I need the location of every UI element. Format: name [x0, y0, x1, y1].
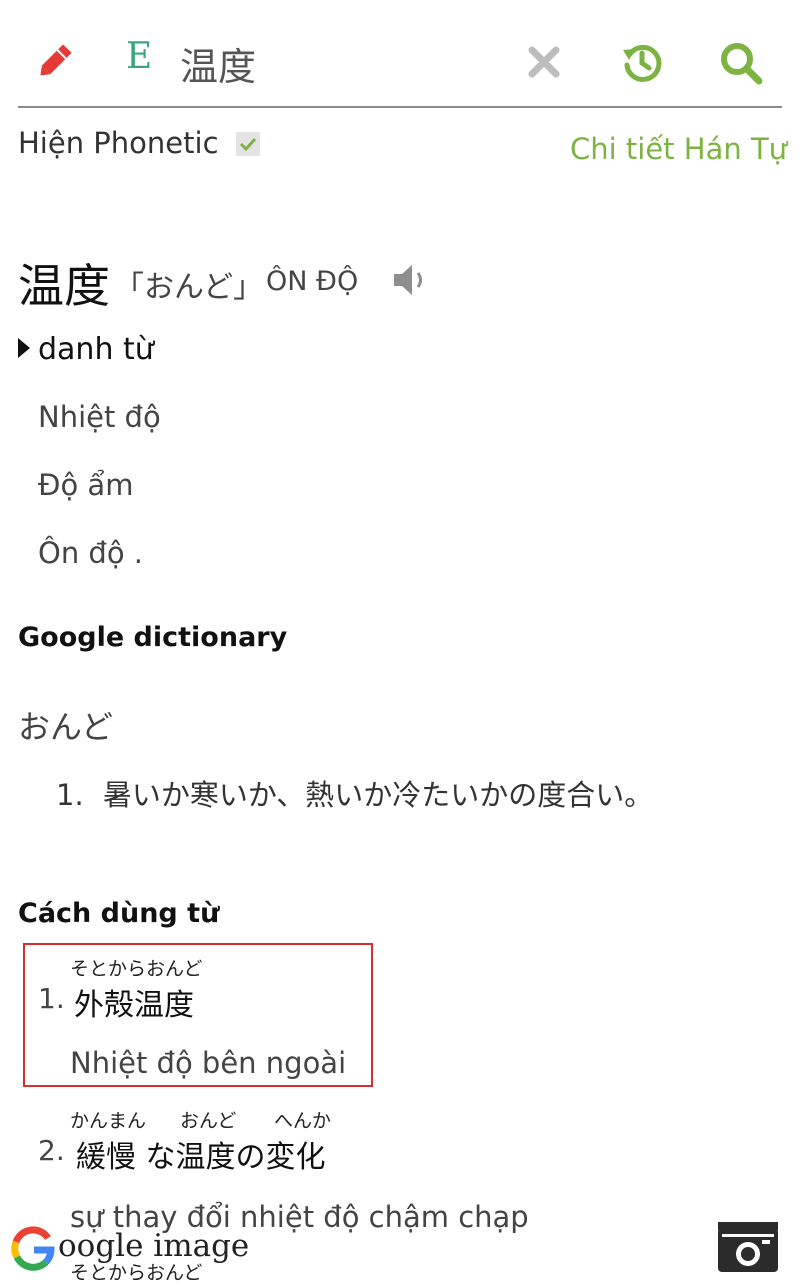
- example-vietnamese: Nhiệt độ bên ngoài: [70, 1046, 347, 1080]
- entry-reading: 「おんど」: [114, 270, 264, 305]
- check-icon: [239, 137, 257, 152]
- meaning-item: Nhiệt độ: [38, 400, 161, 434]
- example-japanese: 緩慢 な温度の変化: [76, 1140, 326, 1175]
- definition-text: 暑いか寒いか、熱いか冷たいかの度合い。: [102, 778, 654, 812]
- usage-title: Cách dùng từ: [18, 898, 220, 929]
- speaker-icon[interactable]: [392, 262, 432, 298]
- history-icon[interactable]: [620, 40, 664, 84]
- google-g-icon: [11, 1226, 55, 1271]
- top-bar: [0, 0, 800, 108]
- clear-icon[interactable]: [526, 44, 562, 80]
- example-ruby: かんまん: [70, 1110, 147, 1132]
- example-ruby: そとからおんど: [70, 958, 203, 980]
- pencil-icon[interactable]: [36, 40, 76, 80]
- meaning-item: Độ ẩm: [38, 468, 134, 502]
- phonetic-label: Hiện Phonetic: [18, 126, 219, 160]
- example-ruby: へんか: [274, 1110, 332, 1132]
- search-query[interactable]: 温度: [180, 36, 256, 91]
- example-number: 2.: [38, 1134, 65, 1167]
- phonetic-checkbox[interactable]: [236, 132, 260, 156]
- google-dictionary-title: Google dictionary: [18, 622, 288, 653]
- kanji-detail-link[interactable]: Chi tiết Hán Tự: [570, 132, 787, 166]
- meaning-item: Ôn độ .: [38, 536, 144, 570]
- pos-arrow-icon: [18, 338, 30, 358]
- header-divider: [18, 106, 782, 108]
- part-of-speech: danh từ: [38, 332, 154, 367]
- entry-hanviet: ÔN ĐỘ: [266, 266, 359, 297]
- example-number: 1.: [38, 982, 65, 1015]
- search-icon[interactable]: [718, 40, 764, 86]
- camera-icon[interactable]: [716, 1218, 780, 1274]
- google-image-label: oogle image: [58, 1228, 250, 1264]
- google-kana: おんど: [18, 708, 114, 746]
- entry-word: 温度: [18, 259, 110, 313]
- example-ruby: おんど: [180, 1110, 237, 1132]
- example-japanese: 外殻温度: [74, 988, 194, 1023]
- definition-number: 1.: [56, 778, 84, 812]
- google-definition: 1. 暑いか寒いか、熱いか冷たいかの度合い。: [56, 772, 653, 814]
- language-toggle[interactable]: E: [126, 36, 152, 77]
